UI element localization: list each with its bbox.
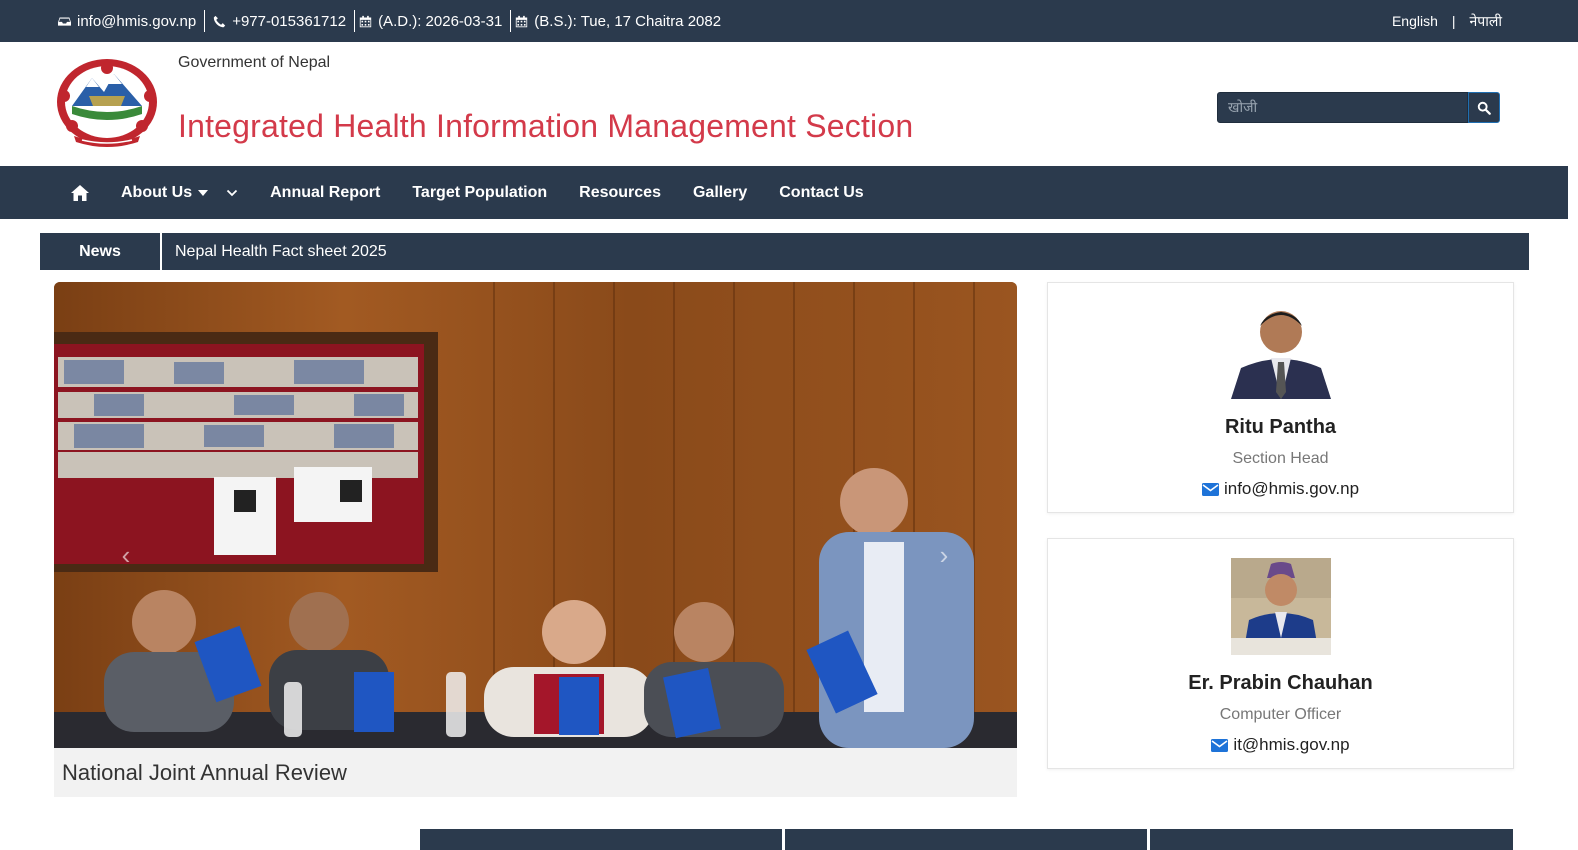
government-label: Government of Nepal: [178, 54, 331, 71]
lang-english-link[interactable]: English: [1392, 13, 1438, 29]
topbar-phone[interactable]: +977-015361712: [205, 13, 354, 30]
calendar-icon: [359, 15, 372, 27]
quick-link-box[interactable]: [420, 829, 782, 850]
profile-email-text: it@hmis.gov.np: [1233, 735, 1350, 754]
chevron-down-icon[interactable]: [226, 189, 238, 197]
nav-item-resources[interactable]: Resources: [579, 184, 661, 202]
caret-down-icon: [198, 189, 209, 196]
nav-item-about-us[interactable]: About Us: [121, 184, 238, 202]
top-bar: info@hmis.gov.np +977-015361712 (A.D.): …: [0, 0, 1578, 42]
inbox-icon: [58, 16, 71, 26]
nav-item-label: About Us: [121, 183, 193, 201]
quick-link-box[interactable]: [785, 829, 1147, 850]
avatar: [1231, 558, 1331, 655]
search-icon: [1477, 101, 1491, 115]
carousel-next-button[interactable]: ›: [934, 540, 954, 570]
home-link[interactable]: [70, 182, 92, 204]
date-ad-text: (A.D.): 2026-03-31: [378, 12, 503, 30]
envelope-icon: [1201, 482, 1219, 496]
profile-role: Section Head: [1232, 450, 1329, 467]
topbar-email-text: info@hmis.gov.np: [77, 12, 197, 30]
topbar-date-ad: (A.D.): 2026-03-31: [355, 13, 510, 30]
language-switcher: English | नेपाली: [1392, 0, 1502, 42]
nav-item-contact-us[interactable]: Contact Us: [779, 184, 863, 202]
lang-separator: |: [1451, 13, 1456, 29]
avatar: [1231, 302, 1331, 399]
profile-email[interactable]: info@hmis.gov.np: [1048, 479, 1513, 499]
profile-card: Er. Prabin Chauhan Computer Officer it@h…: [1047, 538, 1514, 769]
date-bs-text: (B.S.): Tue, 17 Chaitra 2082: [534, 12, 722, 30]
calendar-icon: [516, 15, 528, 27]
search-button[interactable]: [1468, 92, 1500, 123]
home-icon: [71, 184, 89, 201]
profile-name: Er. Prabin Chauhan: [1188, 672, 1373, 694]
nav-item-gallery[interactable]: Gallery: [693, 184, 747, 202]
carousel-prev-button[interactable]: ‹: [116, 540, 136, 570]
quick-link-box[interactable]: [1150, 829, 1513, 850]
profile-email[interactable]: it@hmis.gov.np: [1048, 735, 1513, 755]
profile-name: Ritu Pantha: [1224, 416, 1337, 438]
topbar-date-bs: (B.S.): Tue, 17 Chaitra 2082: [511, 13, 729, 30]
profile-role: Computer Officer: [1219, 706, 1342, 723]
nav-menu: About Us Annual Report Target Population…: [121, 184, 896, 202]
contact-info: info@hmis.gov.np +977-015361712 (A.D.): …: [58, 0, 729, 42]
nav-item-label: Gallery: [692, 183, 748, 201]
profile-email-text: info@hmis.gov.np: [1223, 479, 1360, 498]
search-input[interactable]: [1217, 92, 1468, 123]
site-title[interactable]: Integrated Health Information Management…: [178, 108, 913, 145]
nav-item-label: Resources: [579, 183, 661, 201]
topbar-email[interactable]: info@hmis.gov.np: [58, 13, 204, 30]
topbar-phone-text: +977-015361712: [232, 12, 347, 30]
site-header: Government of Nepal Integrated Health In…: [0, 42, 1578, 166]
news-headline[interactable]: Nepal Health Fact sheet 2025: [162, 233, 387, 270]
envelope-icon: [1211, 738, 1229, 752]
news-label: News: [40, 233, 162, 270]
nav-item-label: Contact Us: [779, 183, 864, 201]
carousel-caption: National Joint Annual Review: [54, 748, 1017, 797]
news-ticker: News Nepal Health Fact sheet 2025: [40, 233, 1529, 270]
carousel-photo: [54, 282, 1017, 748]
nav-item-label: Target Population: [412, 183, 548, 201]
nav-item-annual-report[interactable]: Annual Report: [270, 184, 380, 202]
lang-nepali-link[interactable]: नेपाली: [1470, 12, 1502, 31]
nav-item-label: Annual Report: [270, 183, 381, 201]
nepal-emblem-logo[interactable]: [54, 56, 160, 148]
image-carousel: ‹ ›: [54, 282, 1017, 748]
profile-card: Ritu Pantha Section Head info@hmis.gov.n…: [1047, 282, 1514, 513]
nav-item-target-population[interactable]: Target Population: [412, 184, 547, 202]
search-form: [1217, 92, 1500, 123]
phone-icon: [214, 15, 226, 27]
main-navigation: About Us Annual Report Target Population…: [0, 166, 1568, 219]
